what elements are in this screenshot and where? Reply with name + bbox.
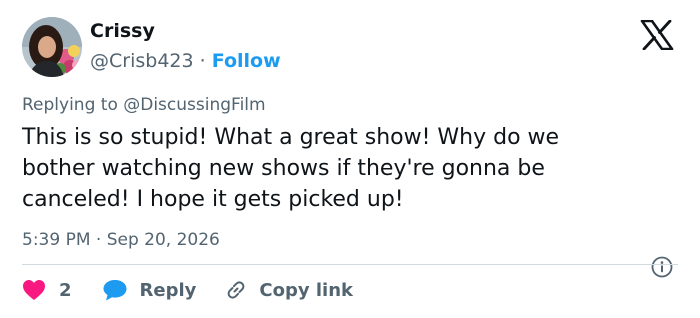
info-icon[interactable] [651, 256, 673, 278]
copy-link-button[interactable]: Copy link [224, 278, 353, 302]
display-name[interactable]: Crissy [90, 18, 281, 44]
avatar[interactable] [22, 17, 82, 77]
separator-dot: · [199, 50, 206, 72]
x-logo-icon[interactable] [640, 19, 674, 51]
handle-row: @Crisb423 · Follow [90, 48, 281, 74]
like-button[interactable]: 2 [22, 279, 102, 301]
divider [22, 264, 678, 265]
tweet-text-line: canceled! I hope it gets picked up! [22, 187, 404, 212]
link-icon [227, 281, 245, 299]
timestamp[interactable]: 5:39 PM · Sep 20, 2026 [22, 228, 220, 252]
like-count: 2 [59, 279, 72, 301]
heart-icon [23, 280, 45, 300]
tweet-text-line: This is so stupid! What a great show! Wh… [22, 125, 560, 150]
copy-link-label: Copy link [259, 279, 353, 301]
reply-label: Reply [139, 279, 197, 301]
tweet-text-line: bother watching new shows if they're gon… [22, 156, 545, 181]
reply-button[interactable]: Reply [102, 278, 225, 302]
handle[interactable]: @Crisb423 [90, 50, 194, 72]
speech-bubble-icon [103, 280, 127, 301]
tweet-text: This is so stupid! What a great show! Wh… [22, 122, 672, 215]
action-bar: 2 Reply Copy link [22, 276, 353, 304]
avatar-image [22, 17, 82, 77]
replying-to[interactable]: Replying to @DiscussingFilm [22, 93, 266, 117]
follow-button[interactable]: Follow [212, 50, 281, 72]
embedded-tweet-card: Crissy @Crisb423 · Follow Replying to @D… [0, 0, 700, 318]
author-block: Crissy @Crisb423 · Follow [90, 18, 281, 74]
